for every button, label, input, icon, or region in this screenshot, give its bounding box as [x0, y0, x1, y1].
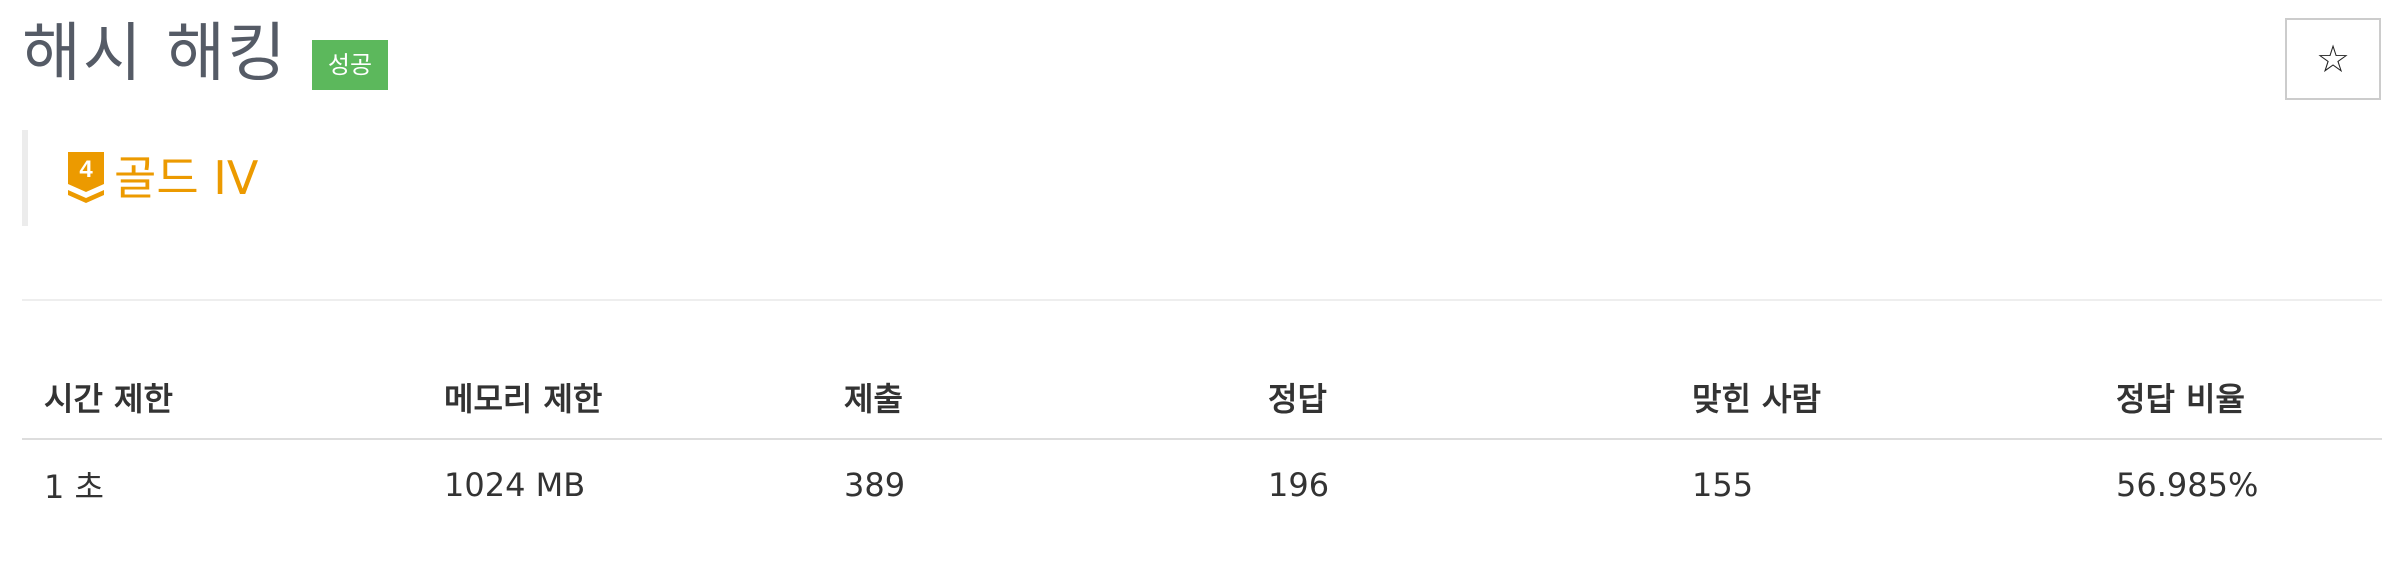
problem-info-table: 시간 제한 메모리 제한 제출 정답 맞힌 사람 정답 비율 1 초 1024 …	[22, 356, 2382, 530]
header-accept-ratio: 정답 비율	[2094, 356, 2382, 440]
tier-label: 골드 IV	[114, 151, 259, 205]
title-row: 해시 해킹 성공	[22, 17, 389, 91]
tier-gold-icon: 4	[68, 152, 104, 203]
problem-title: 해시 해킹	[22, 17, 288, 91]
header-time-limit: 시간 제한	[22, 356, 422, 440]
header-solved-users: 맞힌 사람	[1670, 356, 2094, 440]
table-header-row: 시간 제한 메모리 제한 제출 정답 맞힌 사람 정답 비율	[22, 356, 2382, 440]
tier-block: 4 골드 IV	[22, 130, 258, 226]
header-submissions: 제출	[822, 356, 1246, 440]
value-accept-ratio: 56.985%	[2116, 466, 2259, 504]
value-submissions: 389	[844, 466, 906, 504]
star-outline-icon: ☆	[2315, 37, 2351, 81]
value-accepted: 196	[1268, 466, 1330, 504]
value-time-limit: 1 초	[44, 468, 104, 506]
favorite-button[interactable]: ☆	[2285, 18, 2381, 100]
tier-level-number: 4	[79, 156, 93, 183]
header-accepted: 정답	[1246, 356, 1670, 440]
header-memory-limit: 메모리 제한	[422, 356, 822, 440]
table-row: 1 초 1024 MB 389 196 155 56.985%	[22, 439, 2382, 530]
status-badge: 성공	[311, 40, 389, 90]
problem-page: 해시 해킹 성공 ☆ 4 골드 IV 시간 제한 메모리 제한 제출 정답 맞힌…	[0, 0, 2408, 582]
value-memory-limit: 1024 MB	[444, 466, 586, 504]
value-solved-users: 155	[1692, 466, 1754, 504]
section-divider	[22, 299, 2382, 301]
